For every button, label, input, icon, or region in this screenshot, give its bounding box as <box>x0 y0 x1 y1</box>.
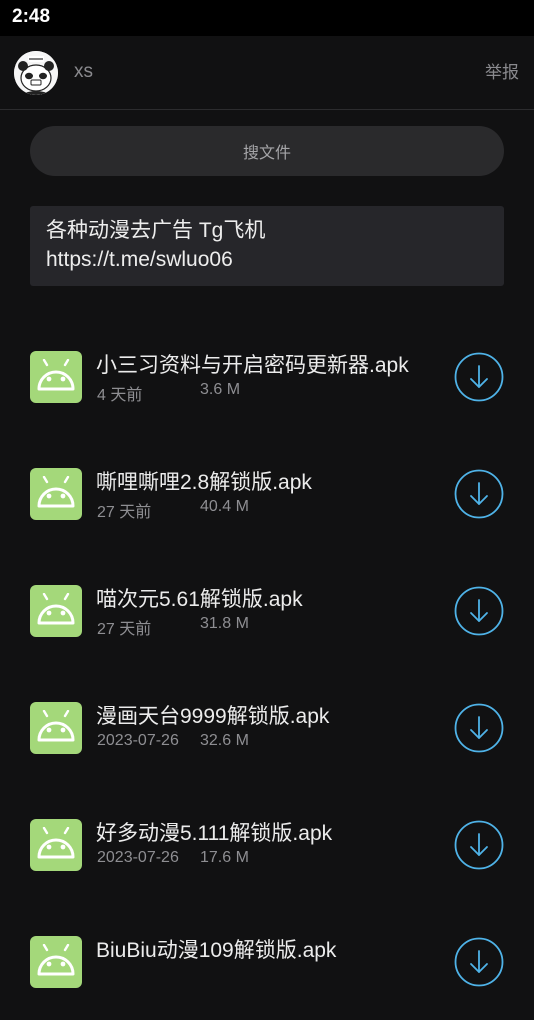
notice-link[interactable]: https://t.me/swluo06 <box>46 245 488 274</box>
notice-banner: 各种动漫去广告 Tg飞机 https://t.me/swluo06 <box>30 206 504 286</box>
download-arrow-icon <box>454 937 504 987</box>
download-button[interactable] <box>454 937 504 987</box>
file-name: BiuBiu动漫109解锁版.apk <box>96 939 337 962</box>
android-apk-icon <box>30 468 82 520</box>
android-apk-icon <box>30 702 82 754</box>
file-date: 2023-07-26 <box>97 732 179 749</box>
file-date: 2023-07-26 <box>97 849 179 866</box>
file-size: 17.6 M <box>200 849 249 866</box>
file-date: 27 天前 <box>97 621 152 638</box>
list-item[interactable]: BiuBiu动漫109解锁版.apk <box>0 903 534 1020</box>
file-size: 40.4 M <box>200 498 249 515</box>
file-name: 漫画天台9999解锁版.apk <box>96 705 330 728</box>
list-item[interactable]: 喵次元5.61解锁版.apk 27 天前 31.8 M <box>0 552 534 669</box>
android-apk-icon <box>30 819 82 871</box>
file-date: 4 天前 <box>97 387 143 404</box>
file-name: 嘶哩嘶哩2.8解锁版.apk <box>96 471 312 494</box>
download-arrow-icon <box>454 352 504 402</box>
android-apk-icon <box>30 585 82 637</box>
panda-meme-avatar-icon <box>14 51 58 95</box>
status-bar: 2:48 <box>0 0 534 36</box>
avatar[interactable] <box>14 51 58 95</box>
file-name: 小三习资料与开启密码更新器.apk <box>96 354 409 377</box>
header: xs 举报 <box>0 36 534 110</box>
file-size: 31.8 M <box>200 615 249 632</box>
list-item[interactable]: 漫画天台9999解锁版.apk 2023-07-26 32.6 M <box>0 669 534 786</box>
username: xs <box>74 61 93 82</box>
list-item[interactable]: 小三习资料与开启密码更新器.apk 4 天前 3.6 M <box>0 318 534 435</box>
download-button[interactable] <box>454 703 504 753</box>
search-files-button[interactable]: 搜文件 <box>30 126 504 176</box>
download-button[interactable] <box>454 469 504 519</box>
notice-text: 各种动漫去广告 Tg飞机 <box>46 219 266 242</box>
download-button[interactable] <box>454 352 504 402</box>
download-button[interactable] <box>454 586 504 636</box>
download-arrow-icon <box>454 820 504 870</box>
file-size: 3.6 M <box>200 381 241 398</box>
list-item[interactable]: 好多动漫5.111解锁版.apk 2023-07-26 17.6 M <box>0 786 534 903</box>
android-apk-icon <box>30 351 82 403</box>
android-apk-icon <box>30 936 82 988</box>
file-name: 喵次元5.61解锁版.apk <box>96 588 303 611</box>
file-name: 好多动漫5.111解锁版.apk <box>96 822 333 845</box>
file-date: 27 天前 <box>97 504 152 521</box>
status-time: 2:48 <box>12 6 51 27</box>
search-files-label: 搜文件 <box>242 143 291 162</box>
download-arrow-icon <box>454 469 504 519</box>
download-arrow-icon <box>454 586 504 636</box>
download-button[interactable] <box>454 820 504 870</box>
report-button[interactable]: 举报 <box>485 58 519 83</box>
file-size: 32.6 M <box>200 732 249 749</box>
list-item[interactable]: 嘶哩嘶哩2.8解锁版.apk 27 天前 40.4 M <box>0 435 534 552</box>
download-arrow-icon <box>454 703 504 753</box>
